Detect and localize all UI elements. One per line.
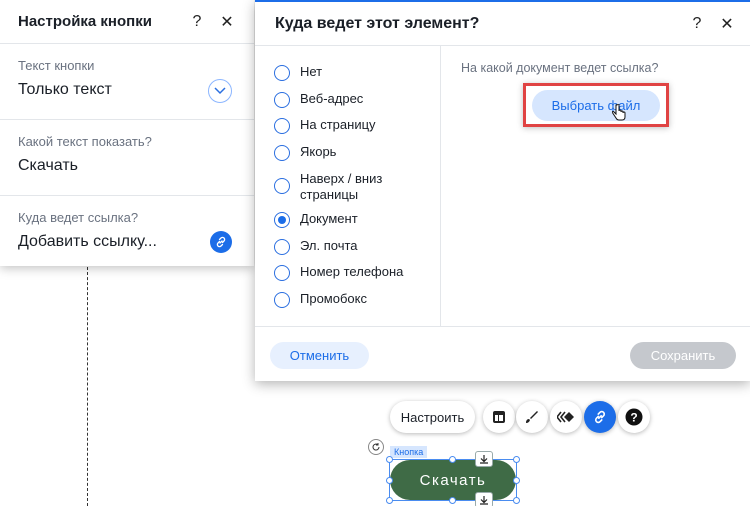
option-anchor[interactable]: Якорь	[274, 144, 430, 161]
resize-handle[interactable]	[513, 456, 520, 463]
radio-web-address[interactable]	[274, 92, 290, 108]
option-label: Якорь	[300, 144, 337, 159]
resize-handle[interactable]	[449, 456, 456, 463]
dialog-help-button[interactable]: ?	[686, 13, 708, 35]
choose-file-label: Выбрать файл	[551, 98, 641, 113]
option-phone[interactable]: Номер телефона	[274, 264, 430, 281]
download-button[interactable]: Скачать	[390, 460, 516, 500]
dialog-close-button[interactable]: ✕	[716, 13, 738, 35]
resize-handle[interactable]	[513, 477, 520, 484]
cancel-button[interactable]: Отменить	[270, 342, 369, 369]
which-text-label: Какой текст показать?	[18, 134, 152, 149]
hand-cursor-icon	[612, 104, 626, 121]
option-label: Номер телефона	[300, 264, 404, 279]
radio-document[interactable]	[274, 212, 290, 228]
option-label: Эл. почта	[300, 238, 358, 253]
option-document[interactable]: Документ	[274, 211, 430, 228]
which-text-section: Какой текст показать? Скачать	[0, 120, 254, 196]
guide-line	[87, 262, 88, 506]
save-button[interactable]: Сохранить	[630, 342, 736, 369]
rotate-icon[interactable]	[368, 439, 384, 455]
resize-handle[interactable]	[449, 497, 456, 504]
option-top-bottom[interactable]: Наверх / вниз страницы	[274, 171, 400, 203]
dialog-title: Куда ведет этот элемент?	[275, 14, 480, 32]
option-label: Нет	[300, 64, 323, 79]
link-icon[interactable]	[210, 231, 232, 253]
link-icon[interactable]	[584, 401, 616, 433]
radio-none[interactable]	[274, 65, 290, 81]
element-tag: Кнопка	[390, 446, 428, 458]
option-web-address[interactable]: Веб-адрес	[274, 91, 430, 108]
choose-file-button[interactable]: Выбрать файл	[532, 90, 660, 121]
brush-icon[interactable]	[516, 401, 548, 433]
highlight-box: Выбрать файл	[523, 83, 669, 127]
radio-page[interactable]	[274, 118, 290, 134]
option-page[interactable]: На страницу	[274, 117, 430, 134]
panel-title: Настройка кнопки	[18, 13, 152, 30]
radio-email[interactable]	[274, 239, 290, 255]
animation-icon[interactable]	[550, 401, 582, 433]
radio-promobox[interactable]	[274, 292, 290, 308]
radio-anchor[interactable]	[274, 145, 290, 161]
resize-handle[interactable]	[513, 497, 520, 504]
resize-handle[interactable]	[386, 456, 393, 463]
link-section: Куда ведет ссылка? Добавить ссылку...	[0, 196, 254, 266]
radio-phone[interactable]	[274, 265, 290, 281]
close-button[interactable]: ✕	[216, 11, 238, 33]
document-question: На какой документ ведет ссылка?	[461, 61, 659, 75]
resize-handle[interactable]	[386, 497, 393, 504]
resize-handle[interactable]	[386, 477, 393, 484]
which-text-value[interactable]: Скачать	[18, 157, 236, 175]
option-label: Документ	[300, 211, 358, 226]
download-icon[interactable]	[475, 451, 493, 467]
link-dialog: Куда ведет этот элемент? ? ✕ Нет Веб-адр…	[255, 0, 750, 381]
option-label: Промобокс	[300, 291, 367, 306]
add-link-value[interactable]: Добавить ссылку...	[18, 233, 236, 251]
chevron-down-icon[interactable]	[208, 79, 232, 103]
button-settings-panel: Настройка кнопки ? ✕ Текст кнопки Только…	[0, 0, 254, 266]
button-text-label: Текст кнопки	[18, 58, 95, 73]
link-type-options: Нет Веб-адрес На страницу Якорь Наверх /…	[255, 46, 441, 326]
layout-icon[interactable]	[483, 401, 515, 433]
option-email[interactable]: Эл. почта	[274, 238, 430, 255]
panel-header: Настройка кнопки ? ✕	[0, 0, 254, 44]
button-text-value[interactable]: Только текст	[18, 81, 236, 99]
help-button[interactable]: ?	[186, 11, 208, 33]
download-icon[interactable]	[475, 492, 493, 506]
help-icon[interactable]: ?	[618, 401, 650, 433]
svg-text:?: ?	[630, 411, 637, 425]
option-label: Веб-адрес	[300, 91, 364, 106]
radio-top-bottom[interactable]	[274, 178, 290, 194]
dialog-header: Куда ведет этот элемент? ? ✕	[255, 2, 750, 46]
option-none[interactable]: Нет	[274, 64, 430, 81]
dialog-footer: Отменить Сохранить	[255, 326, 750, 383]
option-promobox[interactable]: Промобокс	[274, 291, 430, 308]
option-label: Наверх / вниз страницы	[300, 171, 383, 202]
button-text-section: Текст кнопки Только текст	[0, 44, 254, 120]
option-label: На страницу	[300, 117, 376, 132]
link-label: Куда ведет ссылка?	[18, 210, 139, 225]
customize-button[interactable]: Настроить	[390, 401, 475, 433]
